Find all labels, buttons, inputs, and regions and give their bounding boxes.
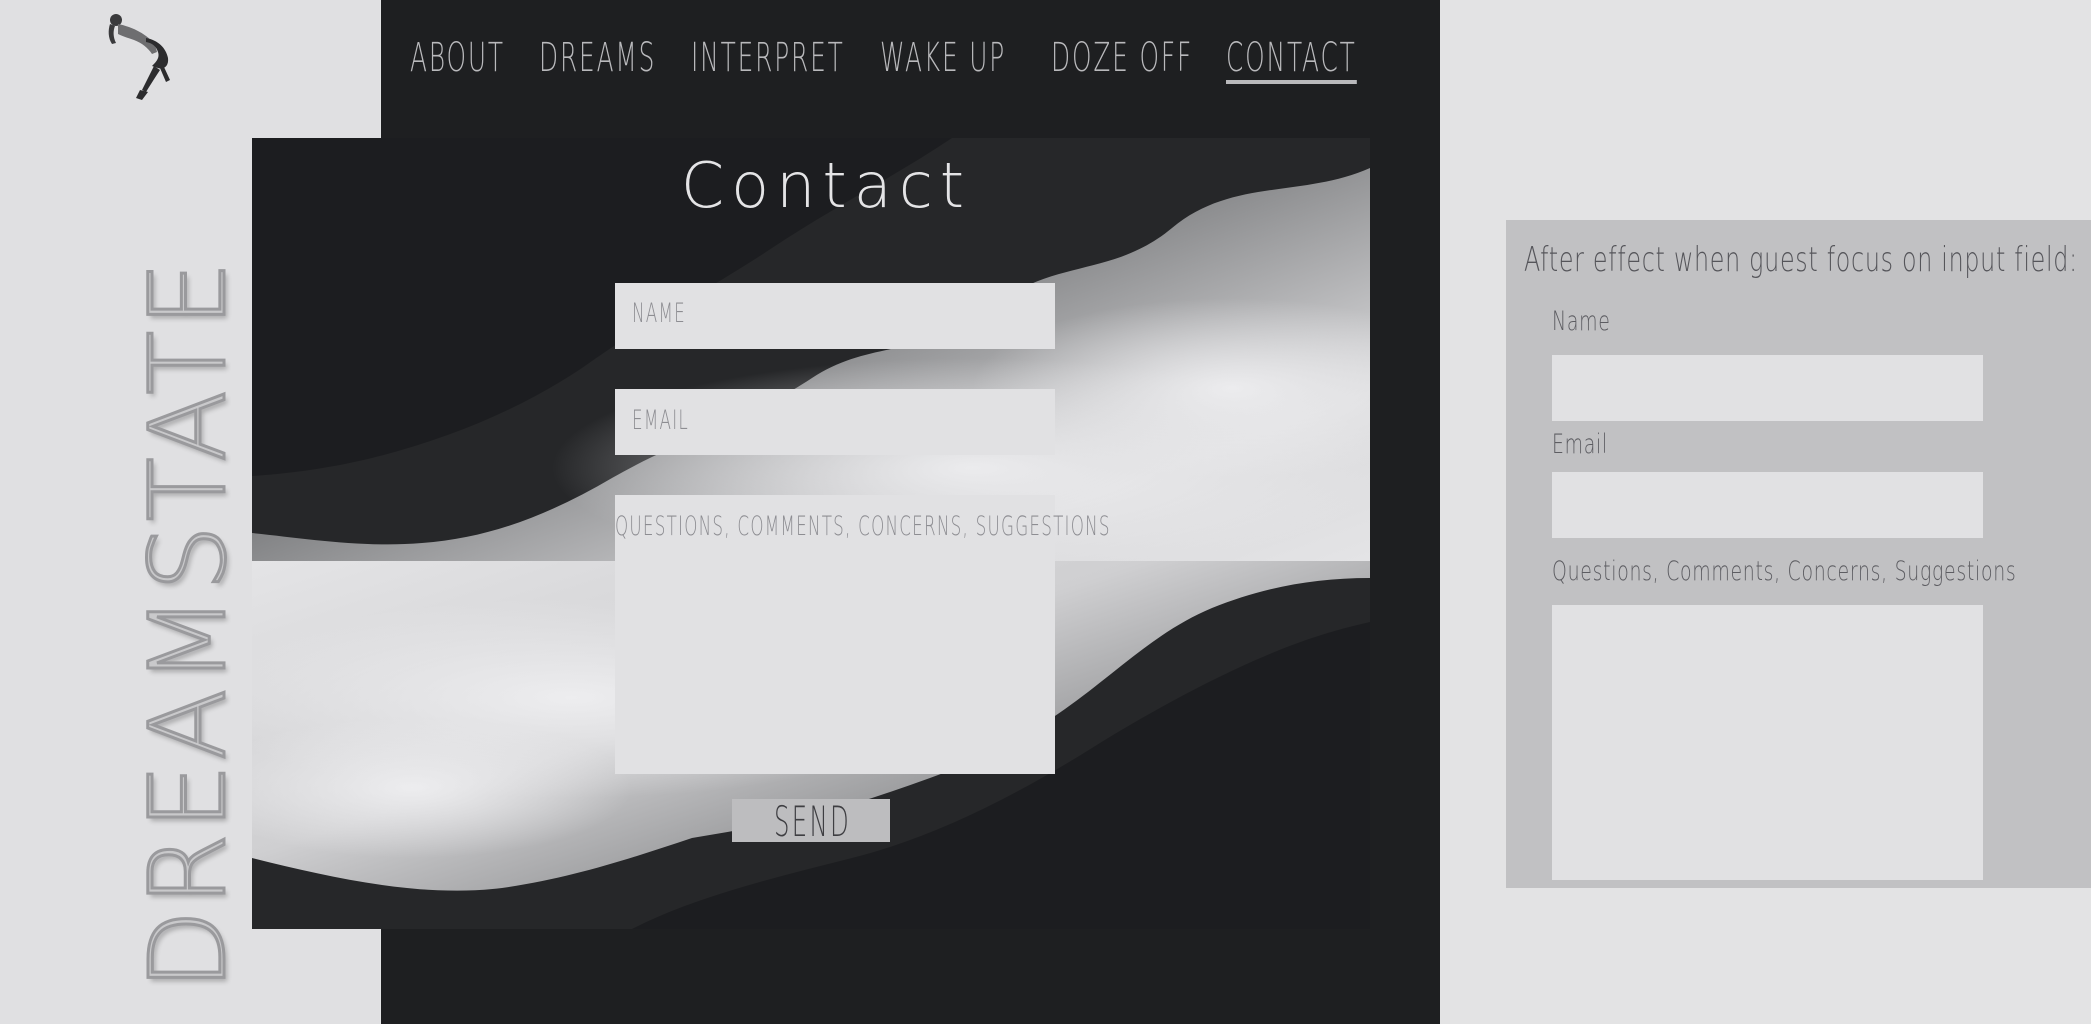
after-name-label: Name	[1552, 306, 1611, 337]
nav-about[interactable]: ABOUT	[410, 38, 505, 78]
message-textarea[interactable]	[615, 495, 1055, 774]
after-name-input[interactable]	[1552, 355, 1983, 421]
email-input[interactable]	[615, 389, 1055, 455]
contact-title: Contact	[680, 149, 972, 222]
nav-dreams[interactable]: DREAMS	[539, 38, 656, 78]
nav-contact[interactable]: CONTACT	[1226, 38, 1357, 84]
after-message-textarea[interactable]	[1552, 605, 1983, 880]
after-email-input[interactable]	[1552, 472, 1983, 538]
nav-wake-up[interactable]: WAKE UP	[880, 38, 1006, 78]
after-message-label: Questions, Comments, Concerns, Suggestio…	[1552, 556, 2017, 587]
brand-wordmark: DREAMSTATE	[126, 256, 251, 992]
after-effect-title: After effect when guest focus on input f…	[1524, 240, 2078, 280]
name-input[interactable]	[615, 283, 1055, 349]
nav-doze-off[interactable]: DOZE OFF	[1051, 38, 1193, 78]
after-email-label: Email	[1552, 429, 1608, 460]
nav-interpret[interactable]: INTERPRET	[691, 38, 845, 78]
send-button[interactable]	[732, 799, 890, 842]
dreamer-figure-icon	[108, 14, 170, 100]
